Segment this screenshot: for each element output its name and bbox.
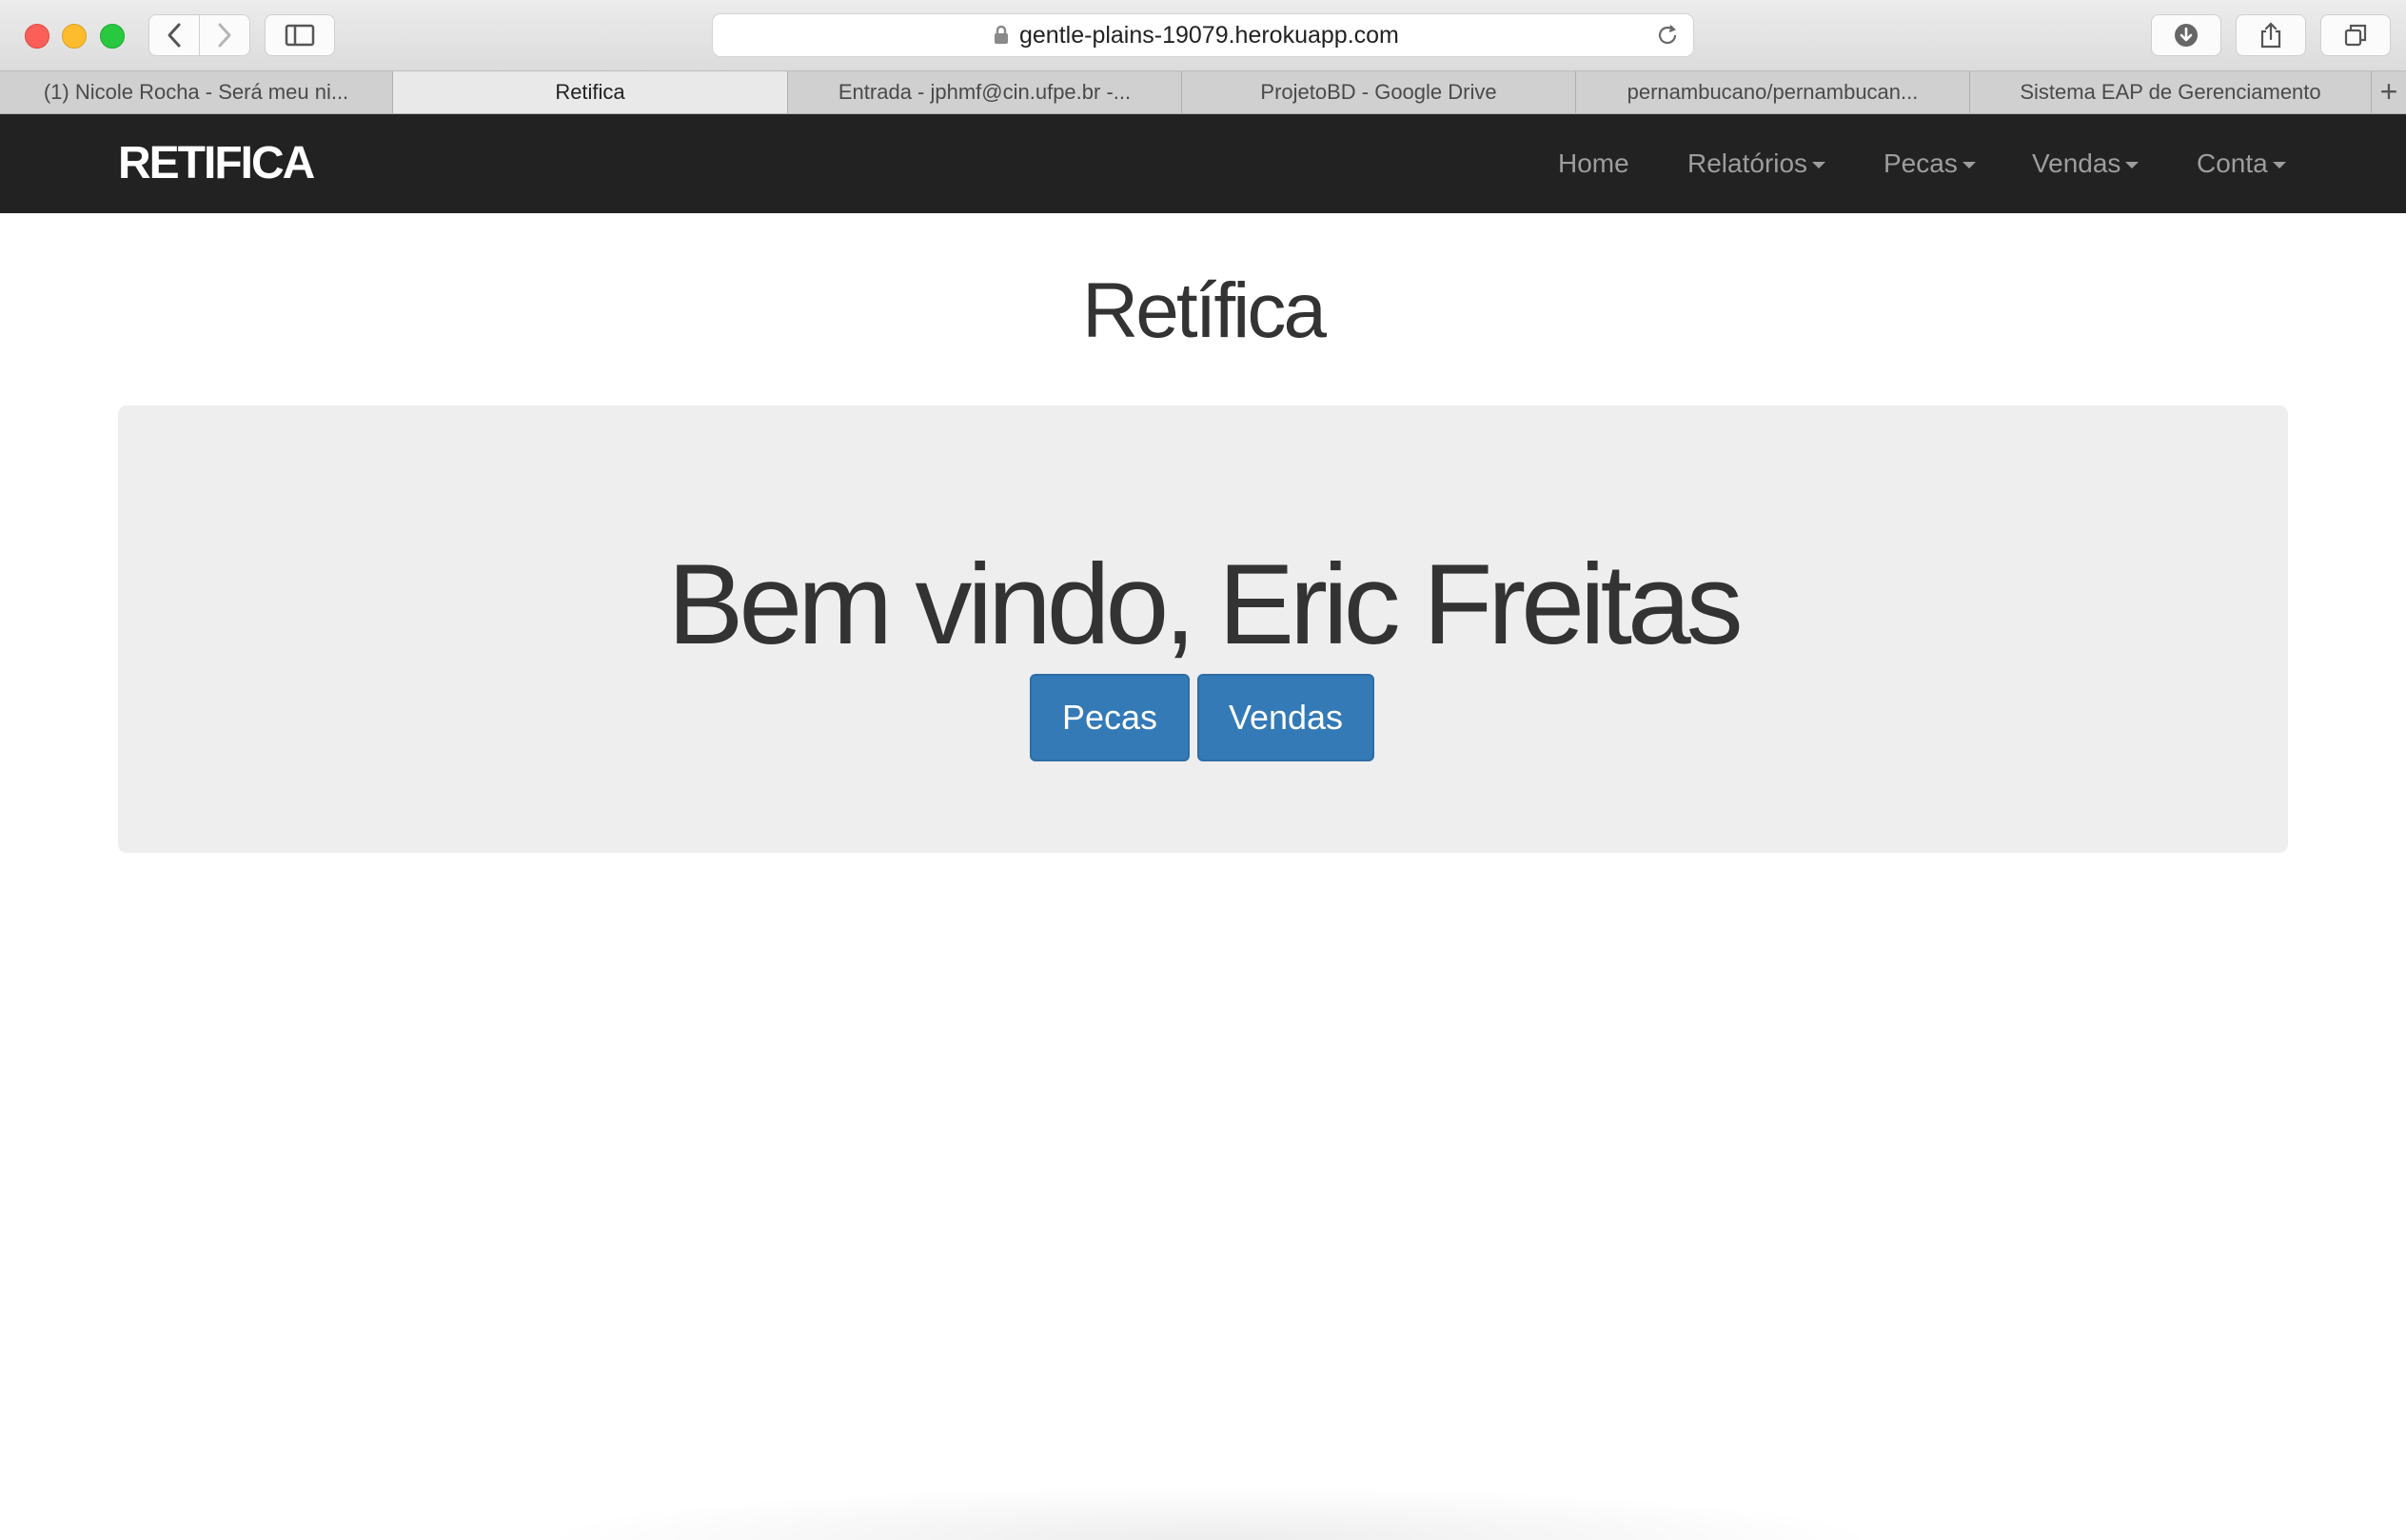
new-tab-button[interactable]: + xyxy=(2372,71,2406,113)
browser-tab[interactable]: Sistema EAP de Gerenciamento xyxy=(1970,71,2372,113)
tab-overview-button[interactable] xyxy=(2320,14,2391,56)
nav-home-label: Home xyxy=(1558,148,1629,178)
nav-pecas-label: Pecas xyxy=(1883,148,1958,178)
sidebar-toggle-button[interactable] xyxy=(265,14,335,56)
bottom-shadow xyxy=(533,1485,1884,1540)
welcome-heading: Bem vindo, Eric Freitas xyxy=(667,541,1743,668)
vendas-button[interactable]: Vendas xyxy=(1197,674,1374,761)
site-navbar: RETIFICA Home Relatórios Pecas Vendas Co… xyxy=(0,114,2406,213)
browser-tab[interactable]: (1) Nicole Rocha - Será meu ni... xyxy=(0,71,393,113)
close-window-button[interactable] xyxy=(25,24,49,49)
caret-down-icon xyxy=(1812,162,1826,169)
tab-bar: (1) Nicole Rocha - Será meu ni... Retifi… xyxy=(0,70,2406,114)
sidebar-icon xyxy=(285,24,315,47)
browser-tab[interactable]: Entrada - jphmf@cin.ufpe.br -... xyxy=(788,71,1182,113)
nav-vendas-dropdown[interactable]: Vendas xyxy=(2032,114,2140,213)
forward-button[interactable] xyxy=(199,14,250,56)
caret-down-icon xyxy=(1962,162,1976,169)
caret-down-icon xyxy=(2125,162,2140,169)
caret-down-icon xyxy=(2272,162,2286,169)
tabs-overview-icon xyxy=(2344,24,2367,47)
nav-pecas-dropdown[interactable]: Pecas xyxy=(1883,114,1976,213)
minimize-window-button[interactable] xyxy=(62,24,87,49)
download-icon xyxy=(2175,24,2198,47)
zoom-window-button[interactable] xyxy=(100,24,125,49)
nav-relatorios-dropdown[interactable]: Relatórios xyxy=(1687,114,1826,213)
url-text: gentle-plains-19079.herokuapp.com xyxy=(1019,22,1399,49)
lock-icon xyxy=(995,25,1008,44)
welcome-jumbotron: Bem vindo, Eric Freitas Pecas Vendas xyxy=(118,405,2288,853)
share-button[interactable] xyxy=(2236,14,2306,56)
brand-logo[interactable]: RETIFICA xyxy=(118,114,315,213)
browser-tab[interactable]: pernambucano/pernambucan... xyxy=(1576,71,1970,113)
page-title: Retífica xyxy=(1082,267,1327,354)
address-bar[interactable]: gentle-plains-19079.herokuapp.com xyxy=(712,13,1694,57)
browser-tab[interactable]: ProjetoBD - Google Drive xyxy=(1182,71,1576,113)
nav-conta-dropdown[interactable]: Conta xyxy=(2197,114,2286,213)
back-button[interactable] xyxy=(148,14,200,56)
downloads-button[interactable] xyxy=(2151,14,2221,56)
browser-toolbar: gentle-plains-19079.herokuapp.com xyxy=(0,0,2406,70)
nav-home[interactable]: Home xyxy=(1558,114,1629,213)
pecas-button[interactable]: Pecas xyxy=(1030,674,1190,761)
share-icon xyxy=(2260,22,2281,49)
reload-icon[interactable] xyxy=(1655,23,1680,48)
back-icon xyxy=(168,23,181,48)
forward-icon xyxy=(218,23,231,48)
nav-conta-label: Conta xyxy=(2197,148,2268,178)
nav-vendas-label: Vendas xyxy=(2032,148,2121,178)
browser-tab-active[interactable]: Retifica xyxy=(393,71,788,113)
nav-relatorios-label: Relatórios xyxy=(1687,148,1808,178)
